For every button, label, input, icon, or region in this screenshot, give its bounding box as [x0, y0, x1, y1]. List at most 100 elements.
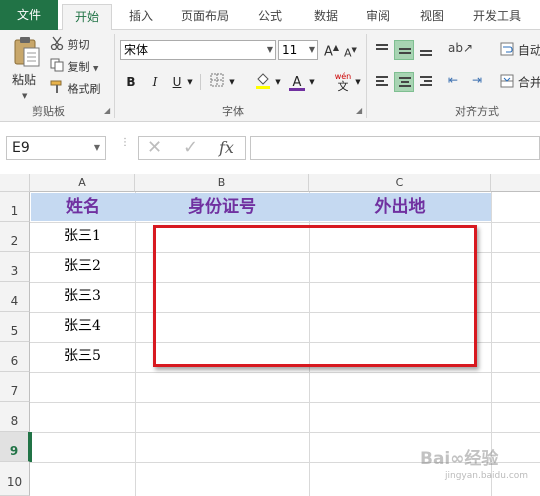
- row-header-6[interactable]: 6: [0, 342, 30, 372]
- group-label-font: 字体: [222, 105, 244, 118]
- gridline: [135, 192, 136, 496]
- row-header-3[interactable]: 3: [0, 252, 30, 282]
- row-header-1[interactable]: 1: [0, 192, 30, 222]
- cell-a2[interactable]: 张三1: [31, 222, 134, 251]
- phonetic-char: 文: [337, 80, 349, 93]
- row-header-4[interactable]: 4: [0, 282, 30, 312]
- shrink-font-button[interactable]: A▼: [344, 42, 357, 62]
- gridline: [30, 372, 540, 373]
- align-line: [420, 50, 432, 52]
- copy-label: 复制: [67, 60, 90, 74]
- align-bottom-button[interactable]: [416, 40, 436, 60]
- fill-color-button[interactable]: [252, 72, 274, 92]
- cell-c1[interactable]: 外出地: [309, 193, 491, 221]
- align-line: [399, 85, 411, 87]
- wrap-text-button[interactable]: 自动: [500, 42, 540, 60]
- cell-a3[interactable]: 张三2: [31, 252, 134, 281]
- cell-a4[interactable]: 张三3: [31, 282, 134, 311]
- formula-actions: ✕ ✓ fx: [138, 136, 246, 160]
- tab-insert[interactable]: 插入: [116, 4, 166, 30]
- insert-function-icon[interactable]: fx: [219, 137, 234, 159]
- font-color-button[interactable]: A: [286, 72, 308, 92]
- phonetic-button[interactable]: wén 文: [330, 72, 356, 92]
- column-header-b[interactable]: B: [135, 174, 309, 192]
- align-line: [376, 44, 388, 46]
- format-painter-button[interactable]: 格式刷: [50, 80, 101, 99]
- tab-page-layout[interactable]: 页面布局: [172, 4, 238, 30]
- cut-label: 剪切: [67, 38, 90, 52]
- align-line: [420, 76, 432, 78]
- chevron-down-icon[interactable]: ▼: [186, 72, 194, 92]
- text-orientation-icon: ab↗: [448, 41, 474, 55]
- tab-review[interactable]: 审阅: [354, 4, 402, 30]
- row-header-2[interactable]: 2: [0, 222, 30, 252]
- cell-a1[interactable]: 姓名: [31, 193, 135, 221]
- watermark-logo: Bai∞经验: [420, 449, 499, 469]
- underline-button[interactable]: U: [168, 72, 186, 92]
- enter-icon[interactable]: ✓: [183, 137, 198, 159]
- tab-view[interactable]: 视图: [408, 4, 456, 30]
- decrease-indent-button[interactable]: ⇤: [446, 72, 466, 92]
- formula-input[interactable]: [250, 136, 540, 160]
- cell-b1[interactable]: 身份证号: [135, 193, 309, 221]
- merge-cells-icon: [500, 74, 514, 92]
- font-size-select[interactable]: 11 ▼: [278, 40, 318, 60]
- copy-icon: [50, 58, 64, 77]
- dialog-launcher-icon[interactable]: ◢: [356, 106, 362, 115]
- align-left-button[interactable]: [372, 72, 392, 92]
- select-all-corner[interactable]: [0, 174, 30, 192]
- tab-home[interactable]: 开始: [62, 4, 112, 31]
- chevron-down-icon[interactable]: ▼: [274, 72, 282, 92]
- row-header-9[interactable]: 9: [0, 432, 30, 462]
- row-header-8[interactable]: 8: [0, 402, 30, 432]
- chevron-down-icon[interactable]: ▼: [228, 72, 236, 92]
- row-header-5[interactable]: 5: [0, 312, 30, 342]
- orientation-button[interactable]: ab↗: [446, 40, 473, 60]
- tab-formulas[interactable]: 公式: [246, 4, 294, 30]
- row-header-10[interactable]: 10: [0, 462, 30, 496]
- chevron-down-icon[interactable]: ▼: [308, 72, 316, 92]
- align-right-button[interactable]: [416, 72, 436, 92]
- increase-indent-button[interactable]: ⇥: [470, 72, 490, 92]
- grow-font-button[interactable]: A▲: [324, 40, 339, 60]
- align-middle-button[interactable]: [394, 40, 414, 60]
- align-line: [376, 48, 388, 50]
- cell-a5[interactable]: 张三4: [31, 312, 134, 341]
- cut-button[interactable]: 剪切: [50, 36, 90, 55]
- tab-file[interactable]: 文件: [0, 0, 58, 30]
- group-divider: [366, 34, 367, 118]
- align-line: [399, 77, 411, 79]
- clipboard-icon: [13, 36, 41, 73]
- align-line: [401, 81, 409, 83]
- chevron-down-icon: ▼: [93, 64, 99, 73]
- dialog-launcher-icon[interactable]: ◢: [104, 106, 110, 115]
- copy-button[interactable]: 复制 ▼: [50, 58, 98, 77]
- name-box[interactable]: E9 ▼: [6, 136, 106, 160]
- column-header-c[interactable]: C: [309, 174, 491, 192]
- align-line: [376, 84, 388, 86]
- align-center-button[interactable]: [394, 72, 414, 92]
- tab-developer[interactable]: 开发工具: [464, 4, 530, 30]
- merge-center-button[interactable]: 合并: [500, 74, 540, 92]
- column-header-a[interactable]: A: [30, 174, 135, 192]
- align-top-button[interactable]: [372, 40, 392, 60]
- italic-button[interactable]: I: [146, 72, 164, 92]
- font-name-value: 宋体: [124, 43, 149, 57]
- paste-button[interactable]: 粘贴 ▼: [8, 34, 46, 100]
- ribbon-home: 粘贴 ▼ 剪切 复制 ▼ 格式刷 剪贴板 ◢ 宋体 ▼ 11 ▼ A▲ A▼ B…: [0, 30, 540, 122]
- wrap-text-label: 自动: [517, 43, 540, 58]
- font-name-select[interactable]: 宋体 ▼: [120, 40, 276, 60]
- chevron-down-icon[interactable]: ▼: [354, 72, 362, 92]
- watermark-url: jingyan.baidu.com: [445, 471, 529, 481]
- cell-a6[interactable]: 张三5: [31, 342, 134, 371]
- tab-data[interactable]: 数据: [302, 4, 350, 30]
- cancel-icon[interactable]: ✕: [147, 137, 162, 159]
- shrink-font-icon: A: [344, 46, 352, 60]
- column-header-d[interactable]: [491, 174, 540, 192]
- row-header-7[interactable]: 7: [0, 372, 30, 402]
- borders-button[interactable]: [206, 72, 228, 92]
- formula-bar-grip[interactable]: ⋮: [120, 138, 130, 156]
- bold-button[interactable]: B: [122, 72, 140, 92]
- decrease-indent-icon: ⇤: [448, 73, 459, 87]
- align-line: [376, 76, 388, 78]
